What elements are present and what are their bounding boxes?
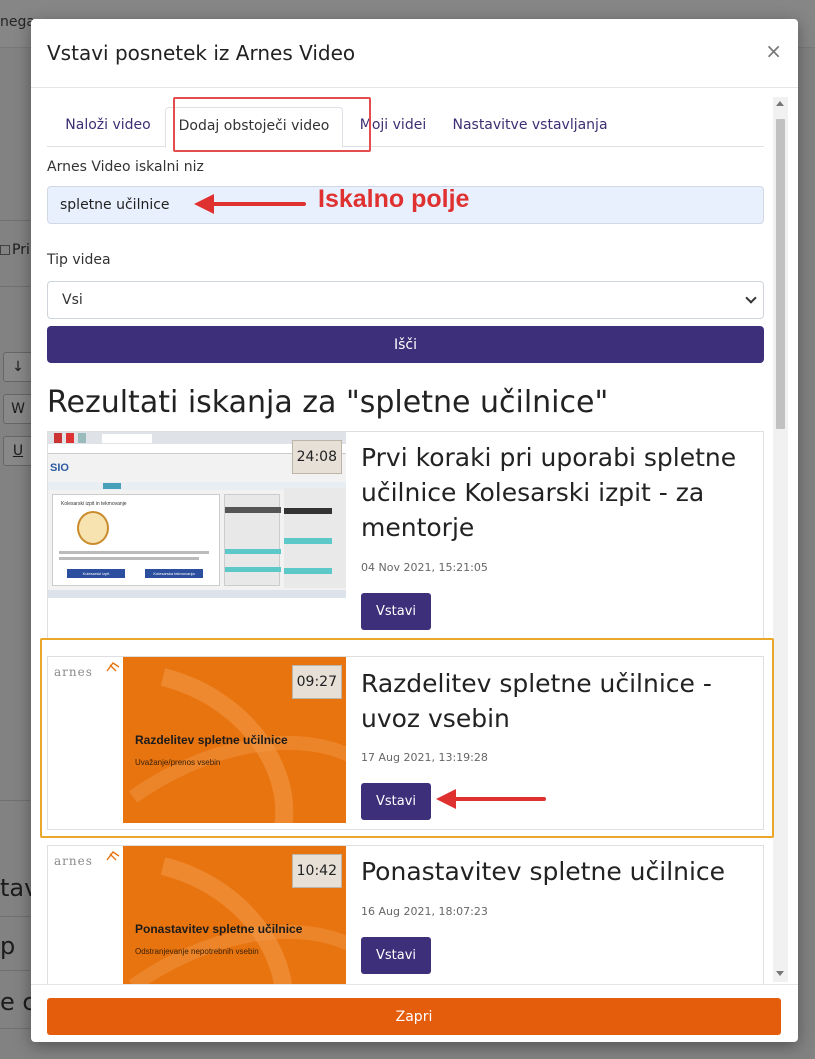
thumbnail-right-panel	[284, 488, 346, 588]
result-card: SIO Kolesarski izpit in tekmovanje Koles…	[47, 431, 764, 639]
tab-upload-video[interactable]: Naloži video	[53, 107, 163, 147]
close-icon[interactable]: ×	[765, 41, 782, 61]
video-title: Prvi koraki pri uporabi spletne učilnice…	[361, 443, 737, 542]
video-thumbnail[interactable]: SIO Kolesarski izpit in tekmovanje Koles…	[48, 432, 346, 598]
thumbnail-logo-area: arnes	[48, 657, 123, 823]
results-heading: Rezultati iskanja za "spletne učilnice"	[47, 385, 609, 420]
thumbnail-logo-area: arnes	[48, 846, 123, 984]
thumbnail-illustration	[77, 511, 109, 545]
modal-footer: Zapri	[31, 984, 798, 1042]
thumbnail-favicon	[54, 433, 62, 443]
tab-add-existing-video[interactable]: Dodaj obstoječi video	[165, 107, 343, 148]
tab-bar: Naloži video Dodaj obstoječi video Moji …	[47, 107, 764, 148]
video-date: 17 Aug 2021, 13:19:28	[361, 751, 488, 764]
search-label: Arnes Video iskalni niz	[47, 159, 204, 175]
search-field-annotation: Iskalno polje	[318, 185, 470, 213]
thumbnail-right-item	[284, 508, 332, 514]
thumbnail-side-item	[225, 549, 281, 554]
arnes-logo-mark-icon	[106, 662, 120, 672]
video-date: 16 Aug 2021, 18:07:23	[361, 905, 488, 918]
annotation-arrow-icon	[436, 789, 546, 809]
thumbnail-right-item	[284, 538, 332, 544]
video-thumbnail[interactable]: arnes Razdelitev spletne učilnice Uvažan…	[48, 657, 346, 823]
result-card: arnes Ponastavitev spletne učilnice Odst…	[47, 845, 764, 984]
video-duration: 09:27	[291, 665, 342, 699]
thumbnail-favicon	[66, 433, 74, 443]
video-title: Razdelitev spletne učilnice - uvoz vsebi…	[361, 669, 712, 733]
chevron-down-icon	[745, 292, 757, 304]
insert-button[interactable]: Vstavi	[361, 783, 431, 820]
video-duration: 24:08	[291, 440, 342, 474]
close-button[interactable]: Zapri	[47, 998, 781, 1035]
thumbnail-side-item	[225, 567, 281, 572]
thumbnail-active-tab	[102, 434, 152, 443]
arnes-logo-mark-icon	[106, 851, 120, 861]
thumbnail-taskbar	[48, 590, 346, 598]
thumbnail-favicon	[78, 433, 86, 443]
thumbnail-button: Kolesarska tekmovanja	[145, 569, 203, 578]
modal-scrollbar[interactable]	[773, 97, 788, 982]
thumbnail-heading: Razdelitev spletne učilnice	[135, 733, 288, 747]
thumbnail-subheading: Odstranjevanje nepotrebnih vsebin	[135, 947, 259, 956]
scroll-thumb[interactable]	[776, 119, 785, 429]
thumbnail-page-title: Kolesarski izpit in tekmovanje	[61, 501, 127, 507]
video-date: 04 Nov 2021, 15:21:05	[361, 561, 488, 574]
thumbnail-button: Kolesarski izpit	[67, 569, 125, 578]
thumbnail-heading: Ponastavitev spletne učilnice	[135, 922, 303, 936]
insert-button[interactable]: Vstavi	[361, 937, 431, 974]
insert-video-modal: Vstavi posnetek iz Arnes Video × Naloži …	[31, 19, 798, 1042]
modal-header: Vstavi posnetek iz Arnes Video ×	[31, 19, 798, 88]
thumbnail-right-item	[284, 568, 332, 574]
video-duration: 10:42	[291, 854, 342, 888]
annotation-arrow-icon	[194, 194, 306, 214]
thumbnail-sio-logo: SIO	[50, 462, 69, 474]
thumbnail-text-line	[59, 557, 199, 560]
thumbnail-content-panel: Kolesarski izpit in tekmovanje Kolesarsk…	[52, 494, 220, 586]
video-title: Ponastavitev spletne učilnice	[361, 857, 726, 886]
arnes-logo: arnes	[54, 665, 93, 679]
tab-my-videos[interactable]: Moji videi	[351, 107, 435, 147]
thumbnail-subheading: Uvažanje/prenos vsebin	[135, 758, 221, 767]
arnes-logo: arnes	[54, 854, 93, 868]
scroll-up-arrow-icon[interactable]	[776, 101, 784, 106]
result-card: arnes Razdelitev spletne učilnice Uvažan…	[47, 656, 764, 830]
modal-title: Vstavi posnetek iz Arnes Video	[47, 41, 356, 65]
thumbnail-side-item	[225, 507, 281, 513]
video-type-select[interactable]: Vsi	[47, 281, 764, 319]
video-type-value: Vsi	[62, 292, 83, 308]
thumbnail-side-panel	[224, 494, 281, 586]
scroll-down-arrow-icon[interactable]	[776, 971, 784, 976]
video-thumbnail[interactable]: arnes Ponastavitev spletne učilnice Odst…	[48, 846, 346, 984]
video-type-label: Tip videa	[47, 252, 111, 268]
thumbnail-nav-item	[103, 483, 121, 489]
insert-button[interactable]: Vstavi	[361, 593, 431, 630]
tab-insert-settings[interactable]: Nastavitve vstavljanja	[445, 107, 615, 147]
thumbnail-text-line	[59, 551, 209, 554]
search-button[interactable]: Išči	[47, 326, 764, 363]
modal-body[interactable]: Naloži video Dodaj obstoječi video Moji …	[31, 89, 798, 984]
